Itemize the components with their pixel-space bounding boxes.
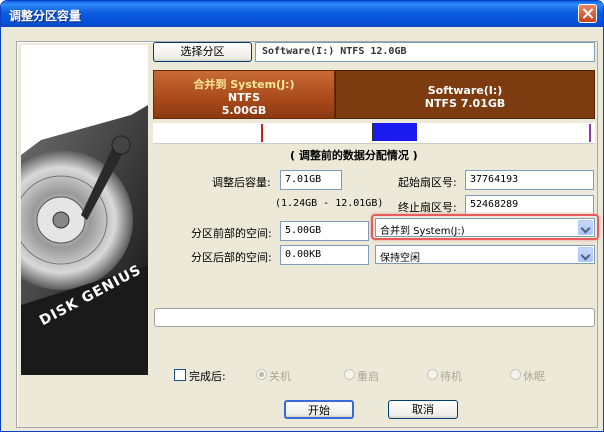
radio-restart[interactable] [344, 369, 355, 380]
dialog-body: DISK GENIUS 选择分区 Software(I:) NTFS 12.0G… [1, 28, 600, 428]
partition-software-name: Software(I:) [427, 84, 503, 97]
close-icon[interactable] [578, 4, 597, 23]
distribution-block-blue [373, 123, 417, 141]
partition-system-name: 合并到 System(J:) [193, 78, 295, 91]
start-sector-label: 起始扇区号: [398, 176, 457, 189]
distribution-caption: ( 调整前的数据分配情况 ) [290, 149, 418, 162]
window-title: 调整分区容量 [9, 9, 82, 23]
rear-space-input[interactable]: 0.00KB [280, 245, 369, 265]
rear-space-action-select[interactable]: 保持空闲 [375, 245, 595, 264]
progress-bar [154, 308, 595, 327]
distribution-marker-dark [372, 123, 374, 141]
select-partition-button[interactable]: 选择分区 [153, 42, 252, 62]
front-space-action-value: 合并到 System(J:) [380, 226, 465, 237]
radio-shutdown[interactable] [256, 369, 267, 380]
partition-software-fs: NTFS 7.01GB [424, 97, 506, 110]
front-space-action-select[interactable]: 合并到 System(J:) [375, 218, 595, 237]
end-sector-label: 终止扇区号: [398, 201, 457, 214]
end-sector-input[interactable]: 52468289 [465, 195, 594, 215]
resize-partition-dialog: 调整分区容量 DISK GENIUS 选择分区 Software(I:) NTF… [0, 0, 604, 432]
rear-space-action-value: 保持空闲 [380, 253, 420, 264]
cancel-button[interactable]: 取消 [388, 400, 458, 419]
size-range-hint: (1.24GB - 12.01GB) [275, 198, 384, 209]
chevron-down-icon[interactable] [578, 247, 593, 262]
radio-hibernate-label: 休眠 [523, 370, 545, 383]
front-space-label: 分区前部的空间: [191, 227, 272, 240]
partition-info-box: Software(I:) NTFS 12.0GB [255, 42, 595, 62]
radio-hibernate[interactable] [510, 369, 521, 380]
radio-standby-label: 待机 [440, 370, 462, 383]
after-complete-checkbox[interactable] [174, 369, 186, 381]
distribution-marker-red [261, 124, 263, 142]
new-size-input[interactable]: 7.01GB [280, 170, 342, 190]
disk-genius-image: DISK GENIUS [1, 45, 148, 375]
data-distribution-bar [153, 123, 595, 144]
distribution-marker-purple [589, 124, 591, 142]
after-complete-label: 完成后: [189, 370, 226, 383]
radio-shutdown-label: 关机 [269, 370, 291, 383]
chevron-down-icon[interactable] [578, 220, 593, 235]
partition-block-software[interactable]: Software(I:) NTFS 7.01GB [335, 70, 595, 119]
start-button[interactable]: 开始 [284, 400, 354, 419]
title-bar[interactable]: 调整分区容量 [1, 1, 603, 27]
partition-block-system[interactable]: 合并到 System(J:) NTFS 5.00GB [153, 70, 335, 119]
new-size-label: 调整后容量: [212, 176, 271, 189]
partition-system-size: 5.00GB [221, 104, 267, 117]
radio-restart-label: 重启 [357, 370, 379, 383]
hard-disk-icon [1, 45, 148, 375]
partition-system-fs: NTFS [227, 91, 261, 104]
radio-standby[interactable] [427, 369, 438, 380]
rear-space-label: 分区后部的空间: [191, 251, 272, 264]
front-space-input[interactable]: 5.00GB [280, 221, 369, 241]
start-sector-input[interactable]: 37764193 [465, 170, 594, 190]
